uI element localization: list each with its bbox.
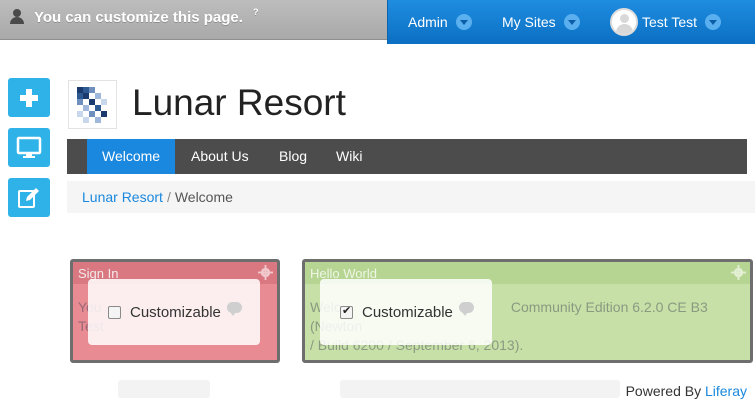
nav-item-blog[interactable]: Blog	[264, 139, 322, 174]
my-sites-menu-label: My Sites	[502, 14, 556, 30]
add-button[interactable]	[8, 78, 50, 117]
liferay-link[interactable]: Liferay	[705, 383, 747, 399]
breadcrumb-separator: /	[166, 189, 171, 205]
chevron-down-icon	[455, 14, 472, 30]
help-icon[interactable]: ?	[253, 7, 259, 17]
admin-menu[interactable]: Admin	[408, 0, 472, 44]
nav-item-wiki[interactable]: Wiki	[321, 139, 377, 174]
site-logo[interactable]	[68, 80, 117, 129]
chevron-down-icon	[563, 14, 580, 30]
preview-button[interactable]	[8, 128, 50, 167]
faded-element	[340, 380, 620, 398]
powered-by-text: Powered By	[625, 383, 702, 399]
edit-controls-button[interactable]	[8, 178, 50, 217]
breadcrumb: Lunar Resort / Welcome	[82, 189, 233, 205]
my-sites-menu[interactable]: My Sites	[502, 0, 580, 44]
site-title[interactable]: Lunar Resort	[132, 82, 346, 124]
user-menu[interactable]: Test Test	[610, 0, 721, 44]
dockbar-user-menu: Admin My Sites Test Test	[387, 0, 755, 44]
gear-icon[interactable]	[731, 265, 746, 280]
powered-by: Powered By Liferay	[626, 383, 747, 399]
customizable-toggle[interactable]: Customizable	[320, 279, 492, 345]
chevron-down-icon	[705, 14, 721, 30]
main-navigation: Welcome About Us Blog Wiki	[67, 139, 747, 174]
faded-element	[118, 380, 210, 398]
customizable-label: Customizable	[130, 303, 221, 321]
edit-icon	[18, 187, 39, 208]
customize-message-text: You can customize this page.	[34, 8, 243, 26]
customize-message: You can customize this page. ?	[8, 6, 258, 28]
user-menu-label: Test Test	[642, 14, 697, 30]
customizable-checkbox[interactable]	[108, 305, 121, 319]
avatar	[610, 8, 638, 36]
customizable-toggle[interactable]: Customizable	[88, 279, 260, 345]
nav-item-welcome[interactable]: Welcome	[87, 139, 176, 174]
plus-icon	[20, 88, 38, 107]
nav-item-about-us[interactable]: About Us	[176, 139, 264, 174]
customizable-checkbox[interactable]	[340, 304, 353, 319]
help-bubble-icon[interactable]	[226, 301, 242, 316]
help-bubble-icon[interactable]	[458, 301, 474, 316]
user-icon	[8, 8, 26, 26]
breadcrumb-home-link[interactable]: Lunar Resort	[82, 189, 163, 205]
breadcrumb-current: Welcome	[174, 189, 233, 205]
logo-icon	[77, 87, 107, 123]
admin-menu-label: Admin	[408, 14, 448, 30]
gear-icon[interactable]	[258, 265, 273, 280]
monitor-icon	[16, 136, 42, 158]
customizable-label: Customizable	[362, 303, 453, 321]
